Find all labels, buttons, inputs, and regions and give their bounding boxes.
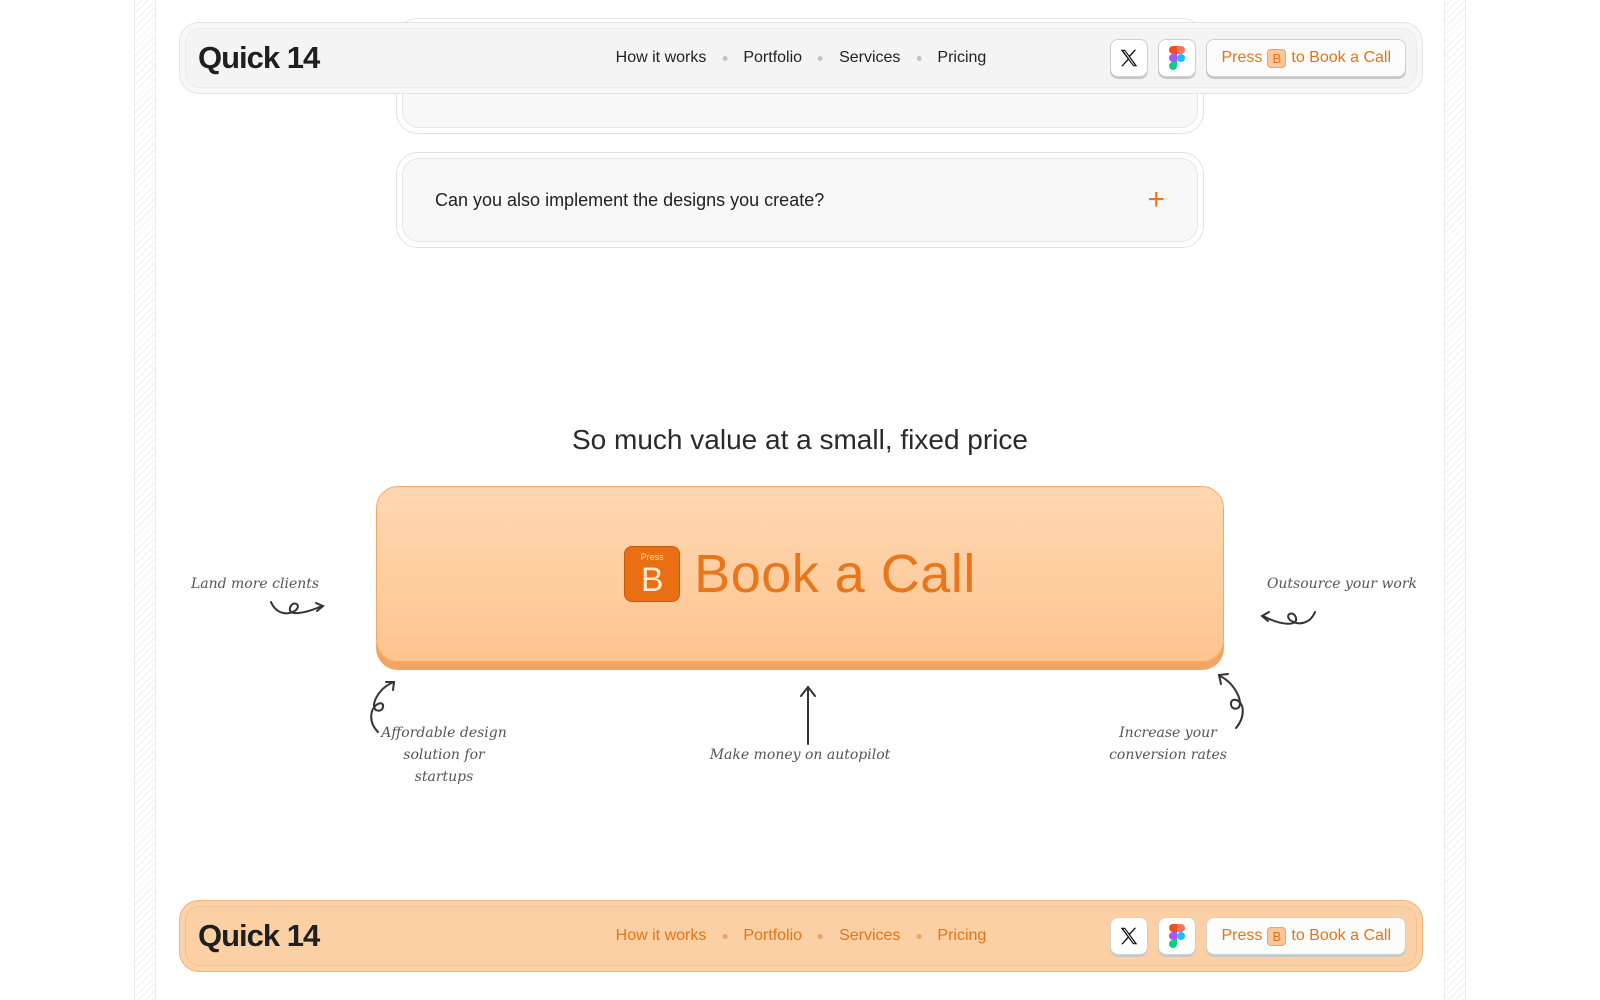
x-twitter-button[interactable] xyxy=(1110,917,1149,955)
big-keycap: Press B xyxy=(624,546,681,602)
logo[interactable]: Quick 14 xyxy=(198,40,498,76)
nav-link-pricing[interactable]: Pricing xyxy=(921,49,1002,67)
x-twitter-button[interactable] xyxy=(1110,39,1149,77)
annotation-conversion-rates: Increase your conversion rates xyxy=(1109,725,1227,763)
figma-icon xyxy=(1169,924,1186,948)
keycap-b: B xyxy=(1267,926,1287,946)
nav-link-pricing[interactable]: Pricing xyxy=(921,927,1002,945)
curly-arrow-icon xyxy=(1260,611,1316,625)
navbar-inner: Quick 14 How it works Portfolio Services… xyxy=(185,28,1417,88)
book-call-button[interactable]: Press B to Book a Call xyxy=(1206,39,1406,77)
faq-item[interactable]: Can you also implement the designs you c… xyxy=(396,152,1204,248)
cta-suffix: to Book a Call xyxy=(1291,49,1391,66)
curly-arrow-icon xyxy=(270,601,325,615)
plus-icon[interactable]: + xyxy=(1147,185,1165,215)
annotation-outsource-work: Outsource your work xyxy=(1266,576,1418,592)
bottom-navbar: Quick 14 How it works Portfolio Services… xyxy=(179,900,1423,972)
nav-link-services[interactable]: Services xyxy=(823,927,916,945)
nav-link-portfolio[interactable]: Portfolio xyxy=(727,49,818,67)
keycap-letter: B xyxy=(640,560,664,599)
right-hatched-border xyxy=(1444,0,1466,1000)
annotation-make-money: Make money on autopilot xyxy=(709,747,891,763)
cta-prefix: Press xyxy=(1221,49,1263,66)
keycap-b: B xyxy=(1267,48,1287,68)
pricing-headline: So much value at a small, fixed price xyxy=(572,424,1028,455)
left-hatched-border xyxy=(134,0,156,1000)
logo[interactable]: Quick 14 xyxy=(198,918,498,954)
nav-link-how-it-works[interactable]: How it works xyxy=(600,927,723,945)
x-twitter-icon xyxy=(1121,927,1138,945)
faq-item-inner: Can you also implement the designs you c… xyxy=(402,158,1198,242)
faq-question: Can you also implement the designs you c… xyxy=(435,189,825,210)
book-call-button[interactable]: Press B to Book a Call xyxy=(1206,917,1406,955)
nav-link-portfolio[interactable]: Portfolio xyxy=(727,927,818,945)
big-book-call-button[interactable]: Press B Book a Call xyxy=(376,486,1224,662)
navbar-inner: Quick 14 How it works Portfolio Services… xyxy=(185,906,1417,966)
figma-icon xyxy=(1169,46,1186,70)
keycap-caption: Press xyxy=(640,552,664,562)
nav-link-how-it-works[interactable]: How it works xyxy=(600,49,723,67)
cta-prefix: Press xyxy=(1221,927,1263,944)
x-twitter-icon xyxy=(1121,49,1138,67)
annotation-land-more-clients: Land more clients xyxy=(190,576,320,592)
arrow-up-icon xyxy=(800,685,816,745)
nav-links: How it works Portfolio Services Pricing xyxy=(600,927,1003,945)
top-navbar: Quick 14 How it works Portfolio Services… xyxy=(179,22,1423,94)
cta-suffix: to Book a Call xyxy=(1291,927,1391,944)
figma-button[interactable] xyxy=(1158,39,1197,77)
nav-links: How it works Portfolio Services Pricing xyxy=(600,49,1003,67)
nav-actions: Press B to Book a Call xyxy=(1110,917,1406,955)
nav-link-services[interactable]: Services xyxy=(823,49,916,67)
nav-actions: Press B to Book a Call xyxy=(1110,39,1406,77)
annotation-affordable-design: Affordable design solution for startups xyxy=(381,725,507,785)
big-cta-label: Book a Call xyxy=(694,544,976,604)
figma-button[interactable] xyxy=(1158,917,1197,955)
